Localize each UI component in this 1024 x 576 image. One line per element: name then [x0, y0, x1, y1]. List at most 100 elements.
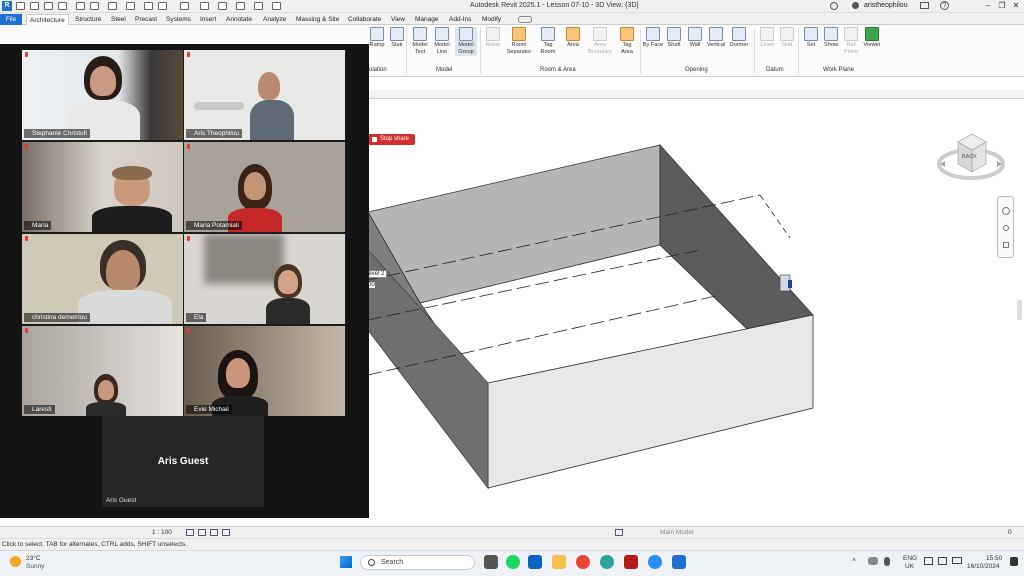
file-explorer-icon[interactable]	[552, 555, 566, 569]
close-icon[interactable]: ✕	[1010, 1, 1022, 11]
active-model[interactable]: Main Model	[660, 529, 694, 536]
wall-opening-button[interactable]: Wall	[684, 27, 706, 49]
tag-area-button[interactable]: Tag Area	[616, 27, 638, 56]
thin-lines-icon[interactable]	[236, 2, 245, 10]
view-scale[interactable]: 1 : 100	[152, 529, 172, 536]
tab-steel[interactable]: Steel	[108, 14, 129, 25]
tab-manage[interactable]: Manage	[412, 14, 442, 25]
dimension-icon[interactable]	[144, 2, 153, 10]
tab-file[interactable]: File	[0, 14, 22, 25]
video-tile[interactable]: Maria Potamiali	[184, 142, 345, 232]
home-icon[interactable]	[16, 2, 25, 10]
save-icon[interactable]	[44, 2, 53, 10]
open-icon[interactable]	[30, 2, 39, 10]
viewcube[interactable]	[936, 128, 1006, 192]
tab-structure[interactable]: Structure	[72, 14, 104, 25]
tab-massing-site[interactable]: Massing & Site	[293, 14, 342, 25]
chrome-icon[interactable]	[576, 555, 590, 569]
user-icon[interactable]	[852, 2, 859, 9]
room-button[interactable]: Room	[482, 27, 504, 49]
video-tile[interactable]: Stephanie Christofi	[22, 50, 183, 140]
revit-app-icon[interactable]	[672, 555, 686, 569]
print-icon[interactable]	[108, 2, 117, 10]
clock-date[interactable]: 16/10/2024	[967, 563, 1000, 570]
minimize-icon[interactable]: –	[982, 1, 994, 11]
video-tile[interactable]: Evie Michail	[184, 326, 345, 416]
video-tile[interactable]: Ela	[184, 234, 345, 324]
undo-icon[interactable]	[76, 2, 85, 10]
text-icon[interactable]	[180, 2, 189, 10]
wifi-icon[interactable]	[924, 557, 933, 565]
tab-view[interactable]: View	[388, 14, 408, 25]
shadows-icon[interactable]	[222, 529, 230, 536]
level-grip-icon[interactable]	[788, 280, 792, 288]
set-button[interactable]: Set	[800, 27, 822, 49]
video-tile[interactable]: Maria	[22, 142, 183, 232]
autocad-icon[interactable]	[624, 555, 638, 569]
weather-sun-icon[interactable]	[10, 556, 21, 567]
zoom-app-icon[interactable]	[648, 555, 662, 569]
sun-path-icon[interactable]	[210, 529, 218, 536]
taskbar-search[interactable]: Search	[360, 555, 475, 570]
model-line-button[interactable]: Model Line	[431, 27, 453, 56]
user-name[interactable]: aristheophilou	[864, 2, 908, 9]
tab-insert[interactable]: Insert	[197, 14, 219, 25]
tab-annotate[interactable]: Annotate	[223, 14, 255, 25]
weather-temperature[interactable]: 23°C	[26, 555, 41, 562]
redo-icon[interactable]	[90, 2, 99, 10]
by-face-button[interactable]: By Face	[642, 27, 664, 49]
visual-style-icon[interactable]	[198, 529, 206, 536]
clock-time[interactable]: 15:50	[986, 555, 1002, 562]
room-separator-button[interactable]: Room Separator	[504, 27, 534, 56]
windows-start-icon[interactable]	[340, 556, 352, 568]
worksets-icon[interactable]	[615, 529, 623, 536]
notifications-icon[interactable]	[1010, 557, 1018, 566]
tag-room-button[interactable]: Tag Room	[537, 27, 559, 56]
restore-icon[interactable]: ❐	[996, 1, 1008, 11]
navigation-bar[interactable]	[997, 196, 1014, 258]
close-hidden-icon[interactable]	[254, 2, 263, 10]
tab-modify[interactable]: Modify	[479, 14, 504, 25]
tab-collaborate[interactable]: Collaborate	[345, 14, 384, 25]
video-tile-camera-off[interactable]: Aris Guest Aris Guest	[102, 416, 264, 507]
zoom-extents-icon[interactable]	[1003, 242, 1009, 248]
model-text-button[interactable]: Model Text	[409, 27, 431, 56]
dormer-button[interactable]: Dormer	[728, 27, 750, 49]
battery-icon[interactable]	[952, 557, 962, 564]
video-tile[interactable]: Aris Theophilou	[184, 50, 345, 140]
grid-button[interactable]: Grid	[776, 27, 798, 49]
tag-icon[interactable]	[158, 2, 167, 10]
language-indicator[interactable]: ENG	[903, 555, 917, 562]
ref-plane-button[interactable]: Ref Plane	[840, 27, 862, 56]
ribbon-toggle-icon[interactable]	[518, 16, 532, 23]
edge-icon[interactable]	[600, 555, 614, 569]
3d-model-box[interactable]	[340, 120, 840, 500]
tab-systems[interactable]: Systems	[163, 14, 194, 25]
task-view-icon[interactable]	[484, 555, 498, 569]
model-group-button[interactable]: Model Group	[455, 27, 477, 56]
measure-icon[interactable]	[126, 2, 135, 10]
help-icon[interactable]: ?	[940, 1, 949, 10]
3d-view-icon[interactable]	[200, 2, 209, 10]
show-button[interactable]: Show	[820, 27, 842, 49]
sync-icon[interactable]	[58, 2, 67, 10]
video-tile[interactable]: christina demetriou	[22, 234, 183, 324]
group-label-room-area[interactable]: Room & Area	[540, 67, 576, 73]
section-icon[interactable]	[218, 2, 227, 10]
detail-level-icon[interactable]	[186, 529, 194, 536]
viewcube-face-label[interactable]: BACK	[962, 154, 977, 160]
stop-share-button[interactable]: Stop share	[368, 134, 416, 145]
cart-icon[interactable]	[920, 2, 929, 9]
zoom-icon[interactable]	[1003, 225, 1009, 231]
level-button[interactable]: Level	[756, 27, 778, 49]
view-scrollbar[interactable]	[1017, 300, 1022, 320]
tab-add-ins[interactable]: Add-Ins	[446, 14, 474, 25]
onedrive-icon[interactable]	[868, 557, 878, 565]
steering-wheel-icon[interactable]	[1002, 207, 1010, 215]
video-tile-active-speaker[interactable]: Laresti	[22, 326, 183, 416]
tab-precast[interactable]: Precast	[132, 14, 160, 25]
search-icon[interactable]	[830, 2, 838, 10]
microphone-icon[interactable]	[884, 557, 890, 566]
spotify-icon[interactable]	[506, 555, 520, 569]
revit-logo[interactable]: R	[2, 1, 12, 11]
